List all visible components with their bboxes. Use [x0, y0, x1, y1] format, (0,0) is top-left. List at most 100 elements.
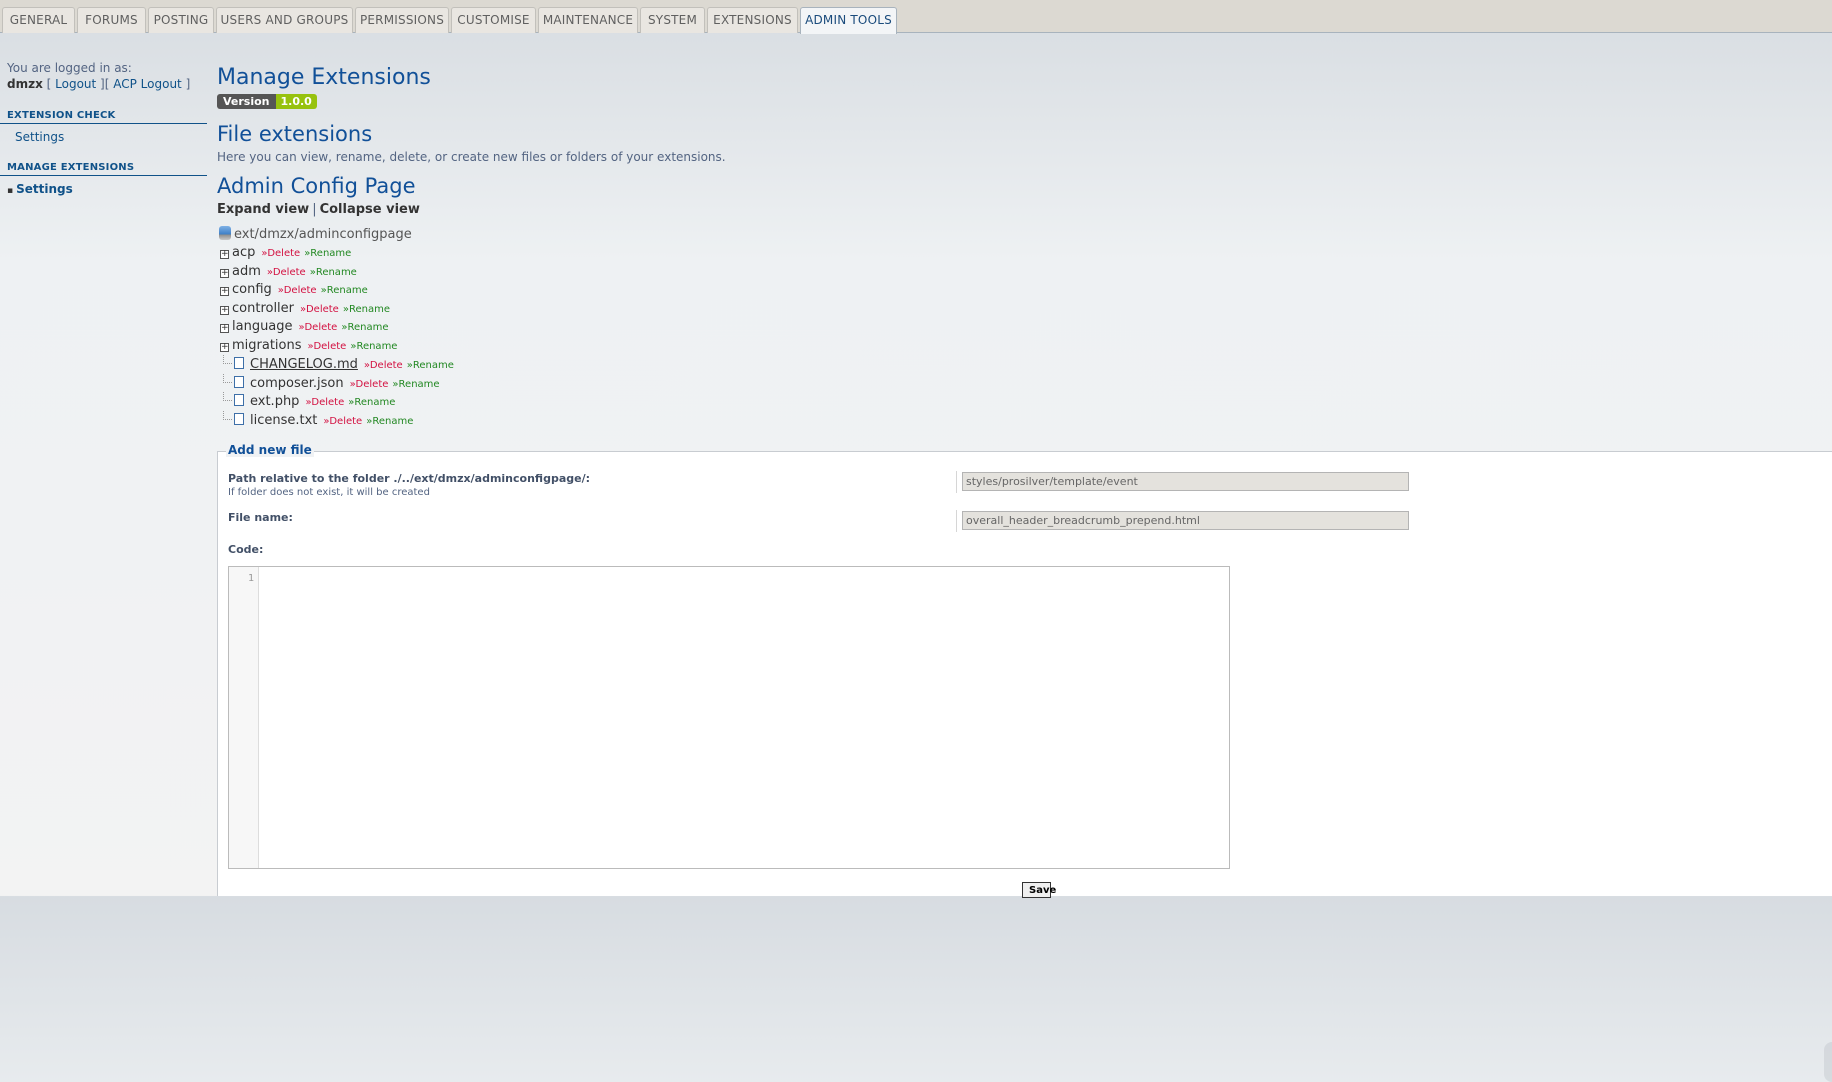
version-label: Version	[217, 94, 276, 109]
path-label: Path relative to the folder ./../ext/dmz…	[228, 472, 591, 485]
file-icon	[234, 357, 244, 369]
expand-plus-icon[interactable]: +	[220, 342, 229, 352]
rename-link[interactable]: »Rename	[350, 341, 397, 352]
tree-branch-line	[223, 355, 232, 364]
tab-maintenance[interactable]: MAINTENANCE	[538, 7, 638, 33]
delete-link[interactable]: »Delete	[323, 416, 362, 427]
tab-system[interactable]: SYSTEM	[640, 7, 705, 33]
delete-link[interactable]: »Delete	[267, 267, 306, 278]
line-number: 1	[247, 573, 254, 584]
view-toggle: Expand view | Collapse view	[217, 202, 1832, 217]
tree-folder: + migrations »Delete »Rename	[217, 337, 1832, 356]
expand-plus-icon[interactable]: +	[220, 287, 229, 296]
file-name[interactable]: composer.json	[250, 376, 344, 391]
rename-link[interactable]: »Rename	[341, 322, 388, 333]
server-icon	[219, 226, 231, 240]
code-label: Code:	[228, 543, 264, 556]
username: dmzx	[7, 77, 43, 91]
fieldset-legend: Add new file	[226, 443, 314, 457]
delete-link[interactable]: »Delete	[308, 341, 347, 352]
scroll-edge	[1824, 1042, 1832, 1082]
delete-link[interactable]: »Delete	[278, 285, 317, 296]
delete-link[interactable]: »Delete	[300, 304, 339, 315]
collapse-view-link[interactable]: Collapse view	[320, 202, 420, 217]
add-new-file-fieldset: Add new file Path relative to the folder…	[217, 443, 1832, 1082]
logged-in-text: You are logged in as:	[7, 61, 132, 75]
version-value: 1.0.0	[275, 94, 317, 109]
tab-posting[interactable]: POSTING	[148, 7, 214, 33]
delete-link[interactable]: »Delete	[305, 397, 344, 408]
tab-users-and-groups[interactable]: USERS AND GROUPS	[216, 7, 353, 33]
tree-folder: + controller »Delete »Rename	[217, 300, 1832, 319]
section-description: Here you can view, rename, delete, or cr…	[217, 150, 726, 164]
file-icon	[234, 375, 244, 388]
rename-link[interactable]: »Rename	[304, 248, 351, 259]
section-title: File extensions	[217, 122, 373, 146]
file-name[interactable]: ext.php	[250, 394, 299, 409]
rename-link[interactable]: »Rename	[310, 267, 357, 278]
tree-branch-line	[223, 373, 232, 383]
tab-forums[interactable]: FORUMS	[77, 7, 146, 33]
version-badge: Version 1.0.0	[217, 93, 317, 110]
rename-link[interactable]: »Rename	[343, 304, 390, 315]
expand-plus-icon[interactable]: +	[220, 268, 229, 278]
page-title: Manage Extensions	[217, 65, 431, 90]
tree-file: license.txt »Delete »Rename	[217, 410, 1832, 430]
view-separator: |	[312, 202, 317, 217]
sidebar-item-extension-check-settings[interactable]: Settings	[0, 124, 207, 144]
path-hint: If folder does not exist, it will be cre…	[228, 487, 430, 498]
rename-link[interactable]: »Rename	[366, 416, 413, 427]
file-name[interactable]: CHANGELOG.md	[250, 357, 358, 372]
folder-name[interactable]: adm	[232, 264, 261, 279]
logout-link[interactable]: Logout	[55, 77, 96, 91]
rename-link[interactable]: »Rename	[407, 360, 454, 371]
delete-link[interactable]: »Delete	[261, 248, 300, 259]
folder-name[interactable]: migrations	[232, 338, 302, 353]
expand-plus-icon[interactable]: +	[220, 324, 229, 333]
tree-folder: + language »Delete »Rename	[217, 318, 1832, 337]
path-input[interactable]	[962, 472, 1409, 491]
tree-branch-line	[223, 392, 232, 401]
tree-branch-line	[223, 410, 232, 420]
file-name[interactable]: license.txt	[250, 413, 317, 428]
file-icon	[234, 412, 244, 425]
folder-name[interactable]: acp	[232, 245, 255, 260]
field-divider	[956, 510, 957, 532]
user-line: dmzx [ Logout ][ ACP Logout ]	[7, 77, 191, 91]
sidebar-item-label: Settings	[16, 182, 73, 196]
file-tree: ext/dmzx/adminconfigpage + acp »Delete »Ren…	[217, 225, 1832, 429]
sidebar: You are logged in as: dmzx [ Logout ][ A…	[0, 60, 207, 196]
bullet-icon: ▪	[7, 186, 14, 196]
tree-folder: + acp »Delete »Rename	[217, 244, 1832, 263]
expand-view-link[interactable]: Expand view	[217, 202, 309, 217]
expand-plus-icon[interactable]: +	[220, 305, 229, 315]
folder-name[interactable]: language	[232, 319, 293, 334]
tab-extensions[interactable]: EXTENSIONS	[707, 7, 798, 33]
folder-name[interactable]: config	[232, 282, 272, 297]
delete-link[interactable]: »Delete	[364, 360, 403, 371]
tab-general[interactable]: GENERAL	[2, 7, 75, 33]
main-content: Manage Extensions Version 1.0.0 File exte…	[217, 60, 1832, 429]
tree-file: CHANGELOG.md »Delete »Rename	[217, 355, 1832, 374]
field-divider	[956, 471, 957, 493]
acp-logout-link[interactable]: ACP Logout	[113, 77, 182, 91]
tab-customise[interactable]: CUSTOMISE	[451, 7, 536, 33]
rename-link[interactable]: »Rename	[321, 285, 368, 296]
menu-heading-manage-extensions: MANAGE EXTENSIONS	[0, 162, 207, 176]
sidebar-item-manage-extensions-settings[interactable]: ▪ Settings	[0, 176, 207, 196]
top-tab-bar: GENERAL FORUMS POSTING USERS AND GROUPS …	[0, 0, 1832, 34]
expand-plus-icon[interactable]: +	[220, 250, 229, 259]
rename-link[interactable]: »Rename	[348, 397, 395, 408]
rename-link[interactable]: »Rename	[392, 379, 439, 390]
delete-link[interactable]: »Delete	[299, 322, 338, 333]
delete-link[interactable]: »Delete	[350, 379, 389, 390]
tab-permissions[interactable]: PERMISSIONS	[355, 7, 449, 33]
tree-folder: + config »Delete »Rename	[217, 281, 1832, 300]
tree-root: ext/dmzx/adminconfigpage	[217, 225, 1832, 244]
extension-name: Admin Config Page	[217, 174, 416, 198]
menu-heading-extension-check: EXTENSION CHECK	[0, 110, 207, 124]
filename-input[interactable]	[962, 511, 1409, 530]
folder-name[interactable]: controller	[232, 301, 294, 316]
code-editor[interactable]: 1	[228, 566, 1230, 869]
tab-admin-tools[interactable]: ADMIN TOOLS	[800, 7, 897, 34]
